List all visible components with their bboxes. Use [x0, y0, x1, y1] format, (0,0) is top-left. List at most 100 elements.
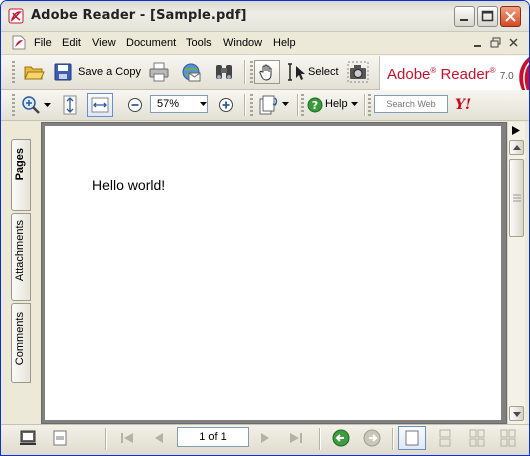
rotate-dropdown-icon[interactable] [282, 102, 289, 107]
menu-document[interactable]: Document [126, 37, 176, 49]
single-page-layout-button[interactable] [398, 426, 426, 450]
scroll-down-icon [513, 412, 521, 417]
svg-text:?: ? [312, 99, 318, 112]
zoom-in-icon[interactable] [218, 97, 234, 113]
search-web-input[interactable] [378, 97, 444, 111]
snapshot-camera-icon[interactable] [347, 61, 369, 83]
pdf-page[interactable]: Hello world! [45, 126, 501, 420]
select-cursor-icon[interactable] [287, 62, 307, 82]
page-number-field[interactable]: 1 of 1 [177, 427, 249, 447]
doc-restore-icon[interactable] [489, 37, 503, 49]
menu-view[interactable]: View [92, 37, 116, 49]
maximize-icon [481, 10, 494, 22]
doc-close-icon[interactable] [507, 37, 521, 49]
zoom-level-value: 57% [157, 98, 180, 110]
fit-width-button[interactable] [87, 93, 113, 117]
page-text: Hello world! [92, 177, 166, 193]
help-dropdown-icon[interactable] [351, 102, 358, 107]
tab-comments[interactable]: Comments [11, 303, 31, 383]
app-window: Adobe Reader - [Sample.pdf] File Edit Vi… [0, 0, 530, 456]
toolbar-grip[interactable] [250, 61, 253, 83]
tab-comments-label: Comments [14, 312, 26, 366]
navigation-sidebar: Pages Attachments Comments [1, 121, 41, 423]
fit-page-icon[interactable] [61, 95, 79, 115]
menu-tools[interactable]: Tools [186, 37, 212, 49]
maximize-button[interactable] [477, 6, 498, 27]
tab-pages-label: Pages [14, 148, 26, 181]
menu-edit[interactable]: Edit [62, 37, 81, 49]
document-pdf-icon[interactable] [12, 35, 26, 50]
toolbar-grip[interactable] [301, 94, 304, 116]
continuous-facing-layout-icon[interactable] [500, 429, 516, 447]
save-disk-icon[interactable] [53, 62, 73, 82]
next-page-icon[interactable] [257, 430, 273, 446]
first-page-icon[interactable] [119, 430, 135, 446]
scroll-down-button[interactable] [509, 406, 524, 421]
toolbar-grip[interactable] [12, 94, 15, 116]
menu-help[interactable]: Help [273, 37, 296, 49]
last-page-icon[interactable] [288, 430, 304, 446]
facing-layout-icon[interactable] [469, 429, 485, 447]
minimize-button[interactable] [454, 6, 475, 27]
brand-product: Reader [440, 66, 490, 83]
document-pane[interactable]: Hello world! [41, 122, 507, 424]
select-label[interactable]: Select [308, 66, 339, 78]
close-icon [505, 11, 516, 22]
continuous-layout-icon[interactable] [438, 429, 452, 447]
toolbar-separator [297, 94, 298, 116]
toolbar-separator [364, 94, 365, 116]
window-title: Adobe Reader - [Sample.pdf] [31, 8, 247, 23]
options-flyout-arrow-icon[interactable] [512, 126, 520, 135]
zoom-in-tool-icon[interactable] [21, 95, 41, 115]
close-button[interactable] [500, 6, 521, 27]
adobe-reader-app-icon [8, 8, 24, 24]
print-icon[interactable] [148, 62, 170, 82]
zoom-level-field[interactable]: 57% [150, 95, 208, 113]
yahoo-logo-icon[interactable]: Y! [454, 95, 476, 113]
adobe-swirl-icon [519, 56, 529, 90]
toolbar-grip[interactable] [12, 61, 15, 83]
go-back-icon[interactable] [332, 429, 350, 447]
tab-pages[interactable]: Pages [11, 139, 31, 211]
search-web-box[interactable] [374, 95, 448, 113]
brand-text: Adobe® Reader® 7.0 [387, 66, 514, 83]
rotate-page-icon[interactable] [257, 94, 279, 116]
toolbar-separator [244, 94, 245, 116]
help-icon[interactable]: ? [307, 97, 323, 113]
email-globe-icon[interactable] [180, 61, 202, 83]
hand-tool-button[interactable] [254, 60, 280, 84]
scroll-thumb[interactable] [509, 159, 524, 237]
open-folder-icon[interactable] [23, 61, 45, 83]
zoom-tool-dropdown-icon[interactable] [44, 103, 51, 108]
vertical-scrollbar[interactable] [507, 122, 525, 424]
save-copy-label[interactable]: Save a Copy [78, 66, 141, 78]
zoom-dropdown-arrow-icon[interactable] [200, 102, 207, 107]
go-forward-icon[interactable] [363, 429, 381, 447]
doc-minimize-icon[interactable] [471, 37, 485, 49]
brand-name: Adobe [387, 66, 431, 83]
tab-attachments[interactable]: Attachments [11, 213, 31, 301]
status-bar: 1 of 1 [1, 424, 529, 455]
page-size-icon[interactable] [52, 429, 68, 447]
toolbar-separator [244, 60, 245, 84]
adobe-reader-logo: Adobe® Reader® 7.0 [379, 56, 529, 90]
scroll-grip-icon [513, 194, 521, 202]
scroll-up-button[interactable] [509, 140, 524, 155]
hand-icon [259, 64, 272, 81]
svg-text:Y!: Y! [455, 97, 471, 113]
document-status-icon[interactable] [19, 429, 37, 447]
status-separator [319, 428, 320, 450]
menu-file[interactable]: File [34, 37, 52, 49]
zoom-out-icon[interactable] [127, 97, 143, 113]
menu-bar: File Edit View Document Tools Window Hel… [1, 32, 529, 55]
fit-width-icon [91, 97, 109, 113]
binoculars-search-icon[interactable] [213, 61, 235, 83]
scroll-up-icon [513, 145, 521, 150]
title-bar[interactable]: Adobe Reader - [Sample.pdf] [1, 1, 529, 32]
single-page-icon [405, 430, 419, 446]
toolbar-grip[interactable] [368, 94, 371, 116]
toolbar-grip[interactable] [250, 94, 253, 116]
previous-page-icon[interactable] [151, 430, 167, 446]
menu-window[interactable]: Window [223, 37, 262, 49]
help-label[interactable]: Help [325, 98, 348, 110]
